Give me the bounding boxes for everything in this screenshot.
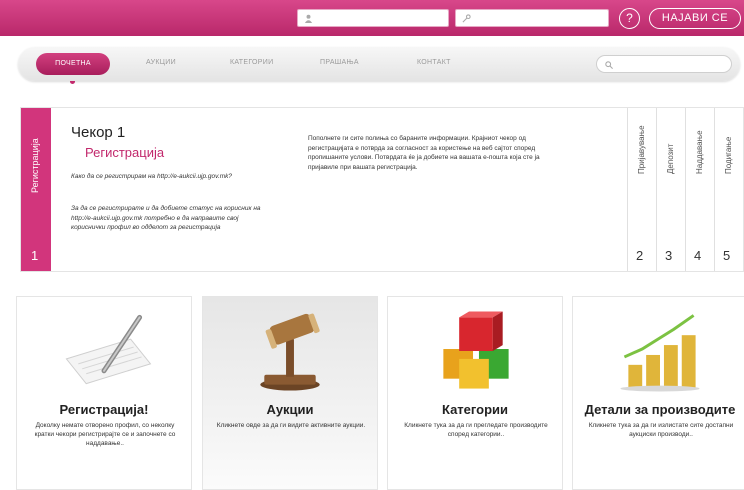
top-bar: ? НАЈАВИ СЕ — [0, 0, 744, 36]
active-step-tab[interactable]: Регистрација 1 — [21, 108, 51, 271]
key-icon — [462, 14, 471, 23]
step-tab-label: Наддавање — [695, 130, 704, 174]
step-tab-number: 5 — [723, 248, 731, 263]
card-text: Кликнете тука за да ги излистате сите до… — [588, 422, 734, 438]
step-tab-label: Пријавување — [637, 125, 646, 174]
card-title: Аукции — [266, 402, 314, 417]
step-tab-number: 2 — [636, 248, 644, 263]
step-tab-login[interactable]: Пријавување 2 — [627, 108, 656, 271]
card-text: Доколку немате отворено профил, со некол… — [34, 422, 176, 447]
step-title: Чекор 1 — [71, 124, 126, 141]
help-button[interactable]: ? — [619, 8, 640, 29]
registration-steps-panel: Регистрација 1 Чекор 1 Регистрација Како… — [20, 107, 744, 272]
username-input[interactable] — [297, 9, 449, 27]
step-tab-pickup[interactable]: Подигање 5 — [714, 108, 743, 271]
active-nav-marker — [70, 81, 75, 84]
main-nav: ПОЧЕТНА АУКЦИИ КАТЕГОРИИ ПРАШАЊА КОНТАКТ — [18, 47, 740, 84]
search-icon — [605, 60, 613, 69]
step-tab-label: Депозит — [666, 143, 675, 174]
cubes-icon — [443, 311, 509, 389]
pen-paper-icon — [65, 314, 152, 385]
nav-item-categories[interactable]: КАТЕГОРИИ — [230, 59, 273, 66]
active-step-label: Регистрација — [30, 138, 40, 193]
card-auctions[interactable]: Аукции Кликнете овде за да ги видите акт… — [202, 296, 378, 490]
active-step-number: 1 — [31, 248, 39, 263]
user-icon — [304, 14, 313, 24]
step-subtitle: Регистрација — [85, 145, 165, 160]
coins-chart-icon — [620, 314, 700, 392]
step-tab-number: 4 — [694, 248, 702, 263]
step-answer: За да се регистрирате и да добиете стату… — [71, 205, 261, 231]
search-input[interactable] — [596, 55, 732, 73]
card-title: Категории — [441, 402, 509, 417]
step-question: Како да се регистрирам на http://e-aukci… — [71, 173, 233, 180]
card-text: Кликнете овде за да ги видите активните … — [216, 422, 366, 429]
card-title: Детали за производите — [584, 402, 736, 417]
nav-item-auctions[interactable]: АУКЦИИ — [146, 59, 176, 66]
card-product-details[interactable]: Детали за производите Кликнете тука за д… — [572, 296, 744, 490]
gavel-icon — [260, 313, 320, 391]
card-registration[interactable]: Регистрација! Доколку немате отворено пр… — [16, 296, 192, 490]
step-tab-deposit[interactable]: Депозит 3 — [656, 108, 685, 271]
card-title: Регистрација! — [59, 402, 149, 417]
login-button[interactable]: НАЈАВИ СЕ — [649, 8, 741, 29]
password-input[interactable] — [455, 9, 609, 27]
nav-item-home[interactable]: ПОЧЕТНА — [36, 53, 110, 75]
nav-item-questions[interactable]: ПРАШАЊА — [320, 59, 359, 66]
step-description: Пополнете ги сите полиња со бараните инф… — [308, 135, 540, 171]
nav-item-contact[interactable]: КОНТАКТ — [417, 59, 451, 66]
step-tab-number: 3 — [665, 248, 673, 263]
card-categories[interactable]: Категории Кликнете тука за да ги преглед… — [387, 296, 563, 490]
step-tab-bidding[interactable]: Наддавање 4 — [685, 108, 714, 271]
card-text: Кликнете тука за да ги прегледате произв… — [404, 422, 548, 438]
step-tab-label: Подигање — [724, 136, 733, 174]
